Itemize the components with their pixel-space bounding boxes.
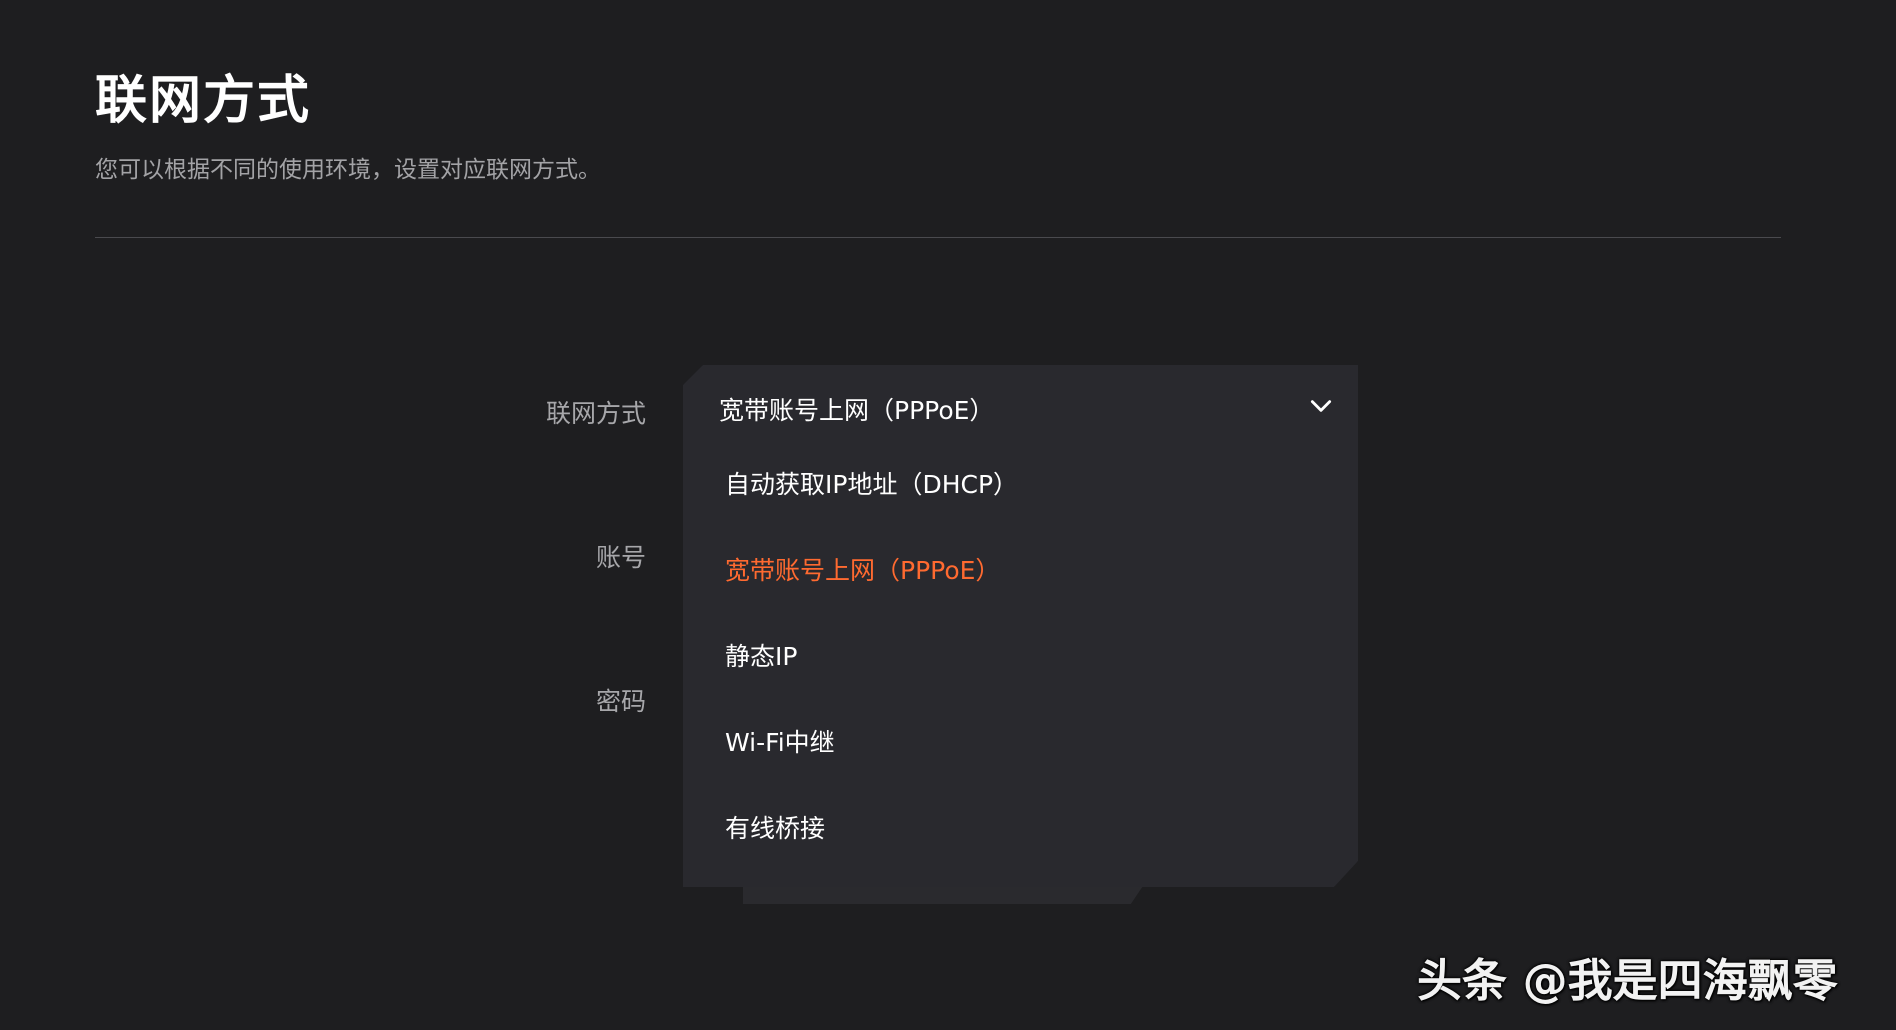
option-pppoe[interactable]: 宽带账号上网（PPPoE）: [683, 531, 1358, 617]
dropdown-options: 自动获取IP地址（DHCP） 宽带账号上网（PPPoE） 静态IP Wi-Fi中…: [683, 445, 1358, 875]
option-label: 自动获取IP地址（DHCP）: [725, 470, 1019, 499]
option-label: Wi-Fi中继: [725, 728, 835, 757]
password-label: 密码: [595, 687, 646, 716]
option-label: 有线桥接: [725, 814, 826, 843]
option-label: 静态IP: [725, 642, 798, 671]
watermark: 头条 @我是四海飘零: [1417, 954, 1838, 1007]
method-label: 联网方式: [545, 399, 646, 428]
account-label: 账号: [595, 543, 646, 572]
option-label: 宽带账号上网（PPPoE）: [725, 556, 1001, 585]
option-wifi-relay[interactable]: Wi-Fi中继: [683, 703, 1358, 789]
option-wired-bridge[interactable]: 有线桥接: [683, 789, 1358, 875]
connection-method-dropdown[interactable]: 宽带账号上网（PPPoE） 自动获取IP地址（DHCP） 宽带账号上网（PPPo…: [683, 365, 1358, 887]
selected-value: 宽带账号上网（PPPoE）: [719, 396, 995, 425]
connection-method-select[interactable]: 宽带账号上网（PPPoE）: [683, 365, 1358, 445]
option-static-ip[interactable]: 静态IP: [683, 617, 1358, 703]
chevron-down-icon[interactable]: [1308, 393, 1334, 419]
option-dhcp[interactable]: 自动获取IP地址（DHCP）: [683, 445, 1358, 531]
page-subtitle: 您可以根据不同的使用环境，设置对应联网方式。: [95, 157, 601, 183]
divider: [95, 237, 1781, 238]
page-title: 联网方式: [95, 71, 312, 131]
